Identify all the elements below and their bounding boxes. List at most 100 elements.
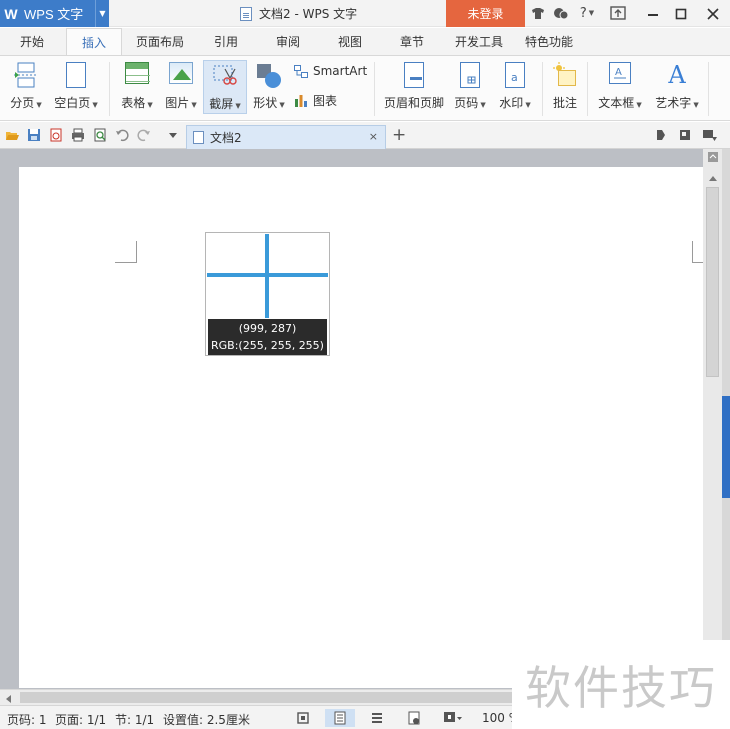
header-footer-button[interactable]: 页眉和页脚 bbox=[382, 56, 446, 111]
app-name: WPS 文字 bbox=[24, 7, 84, 22]
chart-button[interactable]: 图表 bbox=[294, 92, 337, 109]
document-page[interactable] bbox=[19, 167, 714, 688]
blank-page-dropdown-icon: ▼ bbox=[92, 101, 98, 109]
redo-icon[interactable] bbox=[137, 128, 151, 142]
save-icon[interactable] bbox=[27, 128, 41, 142]
picture-dropdown-icon: ▼ bbox=[191, 101, 197, 109]
vertical-scroll-thumb[interactable] bbox=[706, 187, 719, 377]
shapes-button[interactable]: 形状 ▼ bbox=[250, 56, 288, 111]
pixel-rgb-value: RGB:(255, 255, 255) bbox=[211, 339, 324, 352]
site-watermark: 软件技巧 bbox=[512, 640, 730, 729]
export-pdf-icon[interactable] bbox=[49, 128, 63, 142]
tab-view[interactable]: 视图 bbox=[328, 28, 372, 55]
app-menu-dropdown-icon[interactable]: ▼ bbox=[95, 0, 109, 27]
status-section: 节: 1/1 bbox=[115, 713, 155, 727]
wps-logo-icon: W bbox=[4, 5, 18, 22]
ribbon-separator bbox=[542, 62, 543, 116]
tab-chapter[interactable]: 章节 bbox=[390, 28, 434, 55]
help-dropdown-icon: ▼ bbox=[588, 9, 595, 17]
chart-icon bbox=[294, 94, 308, 107]
close-tab-icon[interactable]: × bbox=[369, 130, 378, 143]
wordart-icon: A bbox=[668, 61, 686, 89]
document-tab-label: 文档2 bbox=[210, 131, 242, 145]
side-panel-toggle[interactable] bbox=[722, 396, 730, 498]
watermark-label: 水印 bbox=[499, 96, 524, 110]
cursor-coordinates: (999, 287) bbox=[238, 322, 297, 335]
page-break-button[interactable]: 分页 ▼ bbox=[6, 56, 46, 111]
textbox-button[interactable]: A 文本框 ▼ bbox=[595, 56, 645, 111]
svg-text:A: A bbox=[615, 67, 622, 78]
table-icon bbox=[125, 62, 150, 84]
blank-page-button[interactable]: 空白页 ▼ bbox=[51, 56, 101, 111]
table-dropdown-icon: ▼ bbox=[147, 101, 153, 109]
page-number-icon bbox=[460, 62, 480, 88]
fullscreen-view-icon[interactable] bbox=[288, 709, 318, 727]
help-icon: ? bbox=[579, 5, 587, 21]
page-view-icon[interactable] bbox=[325, 709, 355, 727]
status-setting: 设置值: 2.5厘米 bbox=[163, 713, 250, 727]
close-button[interactable] bbox=[697, 0, 728, 27]
window-options-icon[interactable] bbox=[702, 128, 717, 142]
header-footer-icon bbox=[404, 62, 424, 88]
page-break-dropdown-icon: ▼ bbox=[36, 101, 42, 109]
screenshot-label: 截屏 bbox=[209, 97, 234, 111]
shapes-icon bbox=[256, 62, 282, 88]
customize-dropdown-icon[interactable] bbox=[166, 128, 180, 142]
ribbon-separator bbox=[374, 62, 375, 116]
tab-page-layout[interactable]: 页面布局 bbox=[128, 28, 192, 55]
tab-special-features[interactable]: 特色功能 bbox=[518, 28, 580, 55]
tab-home[interactable]: 开始 bbox=[8, 28, 56, 55]
help-button[interactable]: ? ▼ bbox=[576, 4, 598, 22]
new-tab-button[interactable]: + bbox=[392, 125, 406, 145]
document-tab[interactable]: 文档2 × bbox=[186, 125, 386, 149]
wordart-dropdown-icon: ▼ bbox=[693, 101, 699, 109]
comment-label: 批注 bbox=[552, 96, 577, 110]
page-number-label: 页码 bbox=[454, 96, 479, 110]
tab-review[interactable]: 审阅 bbox=[266, 28, 310, 55]
chat-icon[interactable] bbox=[552, 4, 570, 22]
print-icon[interactable] bbox=[71, 128, 85, 142]
screenshot-icon bbox=[212, 63, 238, 89]
table-button[interactable]: 表格 ▼ bbox=[117, 56, 157, 111]
panel-icon[interactable] bbox=[678, 128, 692, 142]
skin-icon[interactable] bbox=[530, 4, 546, 22]
watermark-icon: a bbox=[505, 62, 525, 88]
smartart-button[interactable]: SmartArt bbox=[294, 64, 367, 78]
web-view-icon[interactable] bbox=[438, 709, 468, 727]
textbox-dropdown-icon: ▼ bbox=[636, 101, 642, 109]
tab-insert[interactable]: 插入 bbox=[66, 28, 122, 56]
app-menu-button[interactable]: W WPS 文字 ▼ bbox=[0, 0, 109, 27]
upload-icon[interactable] bbox=[608, 4, 628, 22]
page-break-icon bbox=[13, 62, 39, 88]
maximize-button[interactable] bbox=[665, 0, 696, 27]
wordart-label: 艺术字 bbox=[655, 96, 692, 110]
tab-developer[interactable]: 开发工具 bbox=[448, 28, 510, 55]
wordart-button[interactable]: A 艺术字 ▼ bbox=[652, 56, 702, 111]
panel-toggle-icon[interactable] bbox=[707, 151, 719, 163]
document-icon bbox=[193, 131, 204, 144]
tool-icon[interactable] bbox=[654, 128, 668, 142]
comment-button[interactable]: 批注 bbox=[548, 56, 582, 111]
open-icon[interactable] bbox=[5, 128, 19, 142]
horizontal-scroll-thumb[interactable] bbox=[20, 692, 515, 703]
print-preview-icon[interactable] bbox=[93, 128, 107, 142]
minimize-button[interactable] bbox=[637, 0, 668, 27]
undo-icon[interactable] bbox=[115, 128, 129, 142]
ribbon-tabs: 开始 插入 页面布局 引用 审阅 视图 章节 开发工具 特色功能 bbox=[0, 28, 730, 56]
page-number-button[interactable]: 页码 ▼ bbox=[450, 56, 490, 111]
watermark-button[interactable]: a 水印 ▼ bbox=[495, 56, 535, 111]
outline-view-icon[interactable] bbox=[362, 709, 392, 727]
screenshot-dropdown-icon: ▼ bbox=[235, 102, 241, 110]
read-view-icon[interactable] bbox=[399, 709, 429, 727]
page-number-dropdown-icon: ▼ bbox=[480, 101, 486, 109]
document-workspace bbox=[0, 149, 730, 689]
picture-button[interactable]: 图片 ▼ bbox=[161, 56, 201, 111]
smartart-icon bbox=[294, 64, 308, 78]
screenshot-button[interactable]: 截屏 ▼ bbox=[203, 60, 247, 114]
textbox-label: 文本框 bbox=[598, 96, 635, 110]
tab-references[interactable]: 引用 bbox=[204, 28, 248, 55]
ribbon-separator bbox=[109, 62, 110, 116]
scroll-up-icon[interactable] bbox=[708, 171, 718, 181]
vertical-scrollbar[interactable] bbox=[703, 149, 722, 689]
login-button[interactable]: 未登录 bbox=[446, 0, 525, 27]
